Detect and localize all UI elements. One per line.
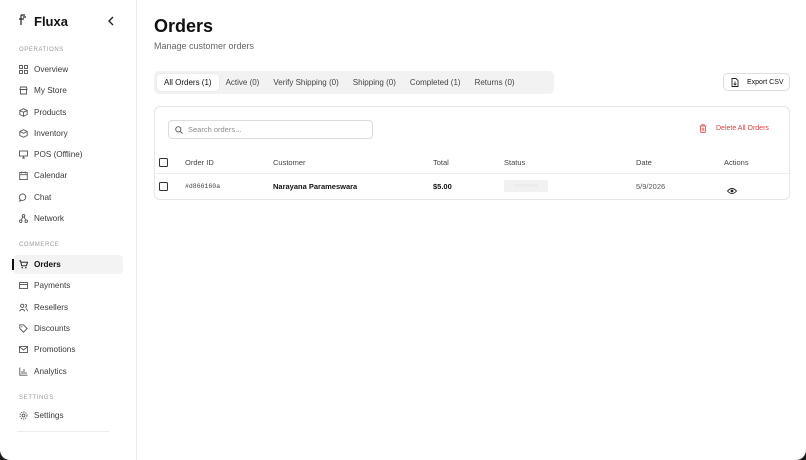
sidebar-item-discounts[interactable]: Discounts: [13, 319, 123, 338]
sidebar-item-label: Settings: [34, 410, 64, 420]
column-header-date[interactable]: Date: [636, 158, 652, 167]
bar-chart-icon: [19, 367, 28, 376]
sidebar-item-inventory[interactable]: Inventory: [13, 124, 123, 143]
grid-icon: [19, 65, 28, 74]
file-export-icon: [731, 77, 739, 87]
sidebar-item-label: Chat: [34, 192, 52, 202]
sidebar-item-payments[interactable]: Payments: [13, 276, 123, 295]
credit-card-icon: [19, 281, 28, 290]
tab-active[interactable]: Active (0): [219, 74, 267, 91]
column-header-actions: Actions: [724, 158, 749, 167]
column-header-status[interactable]: Status: [504, 158, 525, 167]
column-header-total[interactable]: Total: [433, 158, 449, 167]
export-csv-label: Export CSV: [747, 78, 784, 86]
cart-icon: [19, 260, 29, 269]
search-input[interactable]: [188, 125, 368, 134]
status-badge: completed: [504, 180, 548, 192]
sidebar-item-label: Network: [34, 214, 65, 224]
brand: Fluxa: [0, 0, 136, 42]
order-tabs: All Orders (1) Active (0) Verify Shippin…: [154, 71, 554, 94]
customer-cell: Narayana Parameswara: [273, 182, 358, 191]
sidebar-divider: [17, 431, 109, 432]
sidebar: Fluxa OPERATIONS Overview My Store Produ…: [0, 0, 137, 460]
store-icon: [19, 86, 28, 95]
sidebar-item-products[interactable]: Products: [13, 103, 123, 122]
sidebar-item-label: Inventory: [34, 128, 68, 138]
main-content: Orders Manage customer orders All Orders…: [137, 0, 806, 460]
order-id-cell[interactable]: #d866160a: [185, 183, 220, 190]
view-order-eye-icon[interactable]: [726, 182, 738, 200]
collapse-sidebar-icon[interactable]: [107, 14, 117, 28]
tab-verify-shipping[interactable]: Verify Shipping (0): [266, 74, 345, 91]
sidebar-item-orders[interactable]: Orders: [12, 255, 123, 275]
page-title: Orders: [154, 16, 214, 36]
tab-returns[interactable]: Returns (0): [468, 74, 522, 91]
users-icon: [19, 303, 28, 312]
date-cell: 5/9/2026: [636, 182, 666, 191]
mail-icon: [19, 345, 28, 354]
sidebar-item-calendar[interactable]: Calendar: [13, 166, 123, 185]
sidebar-item-analytics[interactable]: Analytics: [13, 362, 123, 381]
sidebar-item-label: My Store: [34, 86, 67, 96]
sidebar-item-overview[interactable]: Overview: [13, 60, 123, 79]
package-icon: [19, 107, 28, 117]
tag-icon: [19, 324, 28, 333]
search-box: [168, 120, 373, 139]
row-select-checkbox[interactable]: [159, 182, 168, 191]
box-icon: [19, 129, 28, 138]
sidebar-item-label: Resellers: [34, 302, 69, 312]
sidebar-item-label: POS (Offline): [34, 150, 83, 160]
tab-all-orders[interactable]: All Orders (1): [157, 74, 219, 91]
tab-shipping[interactable]: Shipping (0): [346, 74, 403, 91]
sidebar-item-my-store[interactable]: My Store: [13, 81, 123, 100]
column-header-customer[interactable]: Customer: [273, 158, 306, 167]
sidebar-item-promotions[interactable]: Promotions: [13, 340, 123, 359]
monitor-icon: [19, 150, 28, 159]
select-all-checkbox[interactable]: [159, 158, 168, 167]
orders-card: Delete All Orders Order ID Customer Tota…: [154, 106, 791, 200]
sidebar-item-label: Payments: [34, 281, 71, 291]
page-subtitle: Manage customer orders: [154, 41, 255, 51]
network-icon: [18, 214, 29, 224]
sidebar-item-label: Overview: [34, 65, 69, 74]
sidebar-item-label: Products: [34, 107, 67, 117]
sidebar-item-pos[interactable]: POS (Offline): [13, 145, 123, 164]
gear-icon: [19, 411, 28, 420]
sidebar-item-chat[interactable]: Chat: [13, 188, 123, 207]
calendar-icon: [19, 171, 28, 181]
search-icon: [175, 125, 183, 134]
sidebar-item-settings[interactable]: Settings: [13, 406, 123, 425]
sidebar-item-label: Discounts: [34, 323, 70, 333]
delete-all-orders-button[interactable]: Delete All Orders: [699, 124, 769, 133]
sidebar-item-label: Analytics: [34, 366, 67, 376]
sidebar-item-resellers[interactable]: Resellers: [13, 298, 123, 317]
section-label-settings: SETTINGS: [19, 394, 54, 401]
sidebar-item-label: Promotions: [34, 345, 76, 355]
column-header-order-id[interactable]: Order ID: [185, 158, 214, 167]
section-label-commerce: COMMERCE: [19, 242, 60, 249]
sidebar-item-network[interactable]: Network: [13, 209, 123, 228]
brand-logo-icon: [18, 14, 30, 28]
export-csv-button[interactable]: Export CSV: [723, 73, 790, 91]
app-window: Fluxa OPERATIONS Overview My Store Produ…: [0, 0, 806, 460]
chat-icon: [18, 193, 28, 203]
brand-name: Fluxa: [34, 13, 68, 29]
sidebar-item-label: Orders: [34, 260, 61, 270]
delete-all-label: Delete All Orders: [716, 125, 769, 132]
trash-icon: [699, 124, 707, 133]
sidebar-item-label: Calendar: [34, 171, 68, 181]
table-header-divider: [155, 173, 791, 174]
tab-completed[interactable]: Completed (1): [403, 74, 468, 91]
total-cell: $5.00: [433, 182, 452, 191]
